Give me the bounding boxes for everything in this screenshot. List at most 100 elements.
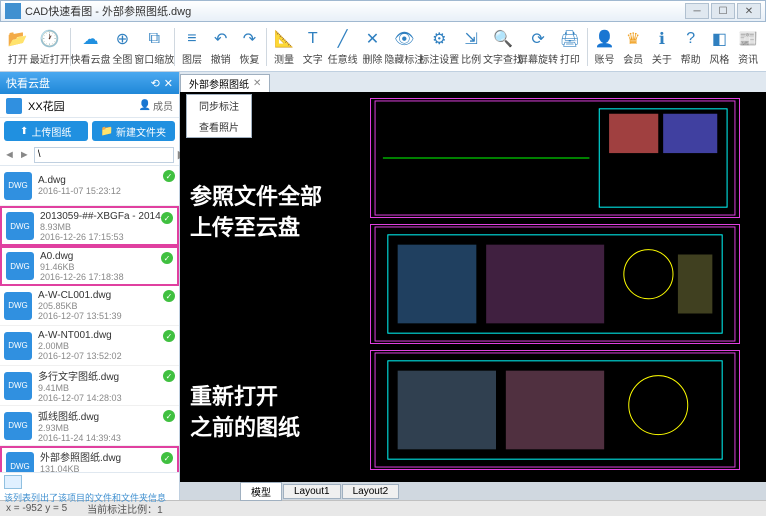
tool-zoom[interactable]: ⊕全图 [109,25,137,69]
tool-news[interactable]: 📰资讯 [734,25,762,69]
titlebar: CAD快速看图 - 外部参照图纸.dwg ─ ☐ ✕ [0,0,766,22]
recent-icon: 🕐 [39,28,61,50]
forward-icon[interactable]: ► [19,148,30,162]
project-row[interactable]: XX花园 👤 成员 [0,94,179,118]
text-icon: T [302,28,324,50]
file-size: 91.46KB [40,262,173,272]
tool-hide[interactable]: 👁隐藏标注 [387,25,421,69]
maximize-button[interactable]: ☐ [711,3,735,19]
tool-label: 全图 [112,51,132,66]
tool-label: 关于 [652,51,672,66]
file-size: 131.04KB [40,464,173,473]
tool-folder[interactable]: 📂打开 [4,25,32,69]
layout-tabs: 模型Layout1Layout2 [180,482,766,500]
tool-measure[interactable]: 📐测量 [270,25,298,69]
tool-label: 最近打开 [30,51,70,66]
statusbar: x = -952 y = 5 当前标注比例：1 [0,500,766,516]
panel-title: 快看云盘 [6,75,50,91]
tool-recent[interactable]: 🕐最近打开 [33,25,67,69]
file-item[interactable]: DWG2013059-##-XBGFa - 20140623.dwg8.93MB… [0,206,179,246]
dwg-icon: DWG [4,292,32,320]
file-item[interactable]: DWG多行文字图纸.dwg9.41MB2016-12-07 14:28:03✓ [0,366,179,406]
tool-label: 打印 [560,51,580,66]
layout-tab[interactable]: 模型 [240,482,282,501]
minimize-button[interactable]: ─ [685,3,709,19]
hide-icon: 👁 [393,28,415,50]
canvas-area: 外部参照图纸 ✕ 同步标注查看照片 参照文件全部上传至云盘 重新打开之前的图纸 … [180,72,766,500]
layout-tab[interactable]: Layout2 [342,484,400,499]
context-menu-item[interactable]: 查看照片 [187,116,251,137]
path-input[interactable] [34,147,174,163]
tool-label: 帮助 [681,51,701,66]
tool-label: 删除 [362,51,382,66]
upload-button[interactable]: ⬆ 上传图纸 [4,121,88,141]
find-icon: 🔍 [492,28,514,50]
file-date: 2016-12-26 17:18:38 [40,272,173,282]
news-icon: 📰 [737,28,759,50]
tool-delete[interactable]: ✕删除 [359,25,387,69]
about-icon: ℹ [651,28,673,50]
coord-display: x = -952 y = 5 [6,503,67,514]
tool-layers[interactable]: ≡图层 [178,25,206,69]
sync-check-icon: ✓ [163,410,175,422]
tool-undo[interactable]: ↶撤销 [207,25,235,69]
rotate-icon: ⟳ [527,28,549,50]
tool-help[interactable]: ?帮助 [677,25,705,69]
tool-label: 文字 [303,51,323,66]
file-item[interactable]: DWGA.dwg2016-11-07 15:23:12✓ [0,166,179,206]
tool-account[interactable]: 👤账号 [591,25,619,69]
drawing-viewport[interactable]: 参照文件全部上传至云盘 重新打开之前的图纸 [180,92,766,482]
tab-close-icon[interactable]: ✕ [253,78,261,89]
tool-about[interactable]: ℹ关于 [648,25,676,69]
file-item[interactable]: DWGA-W-NT001.dwg2.00MB2016-12-07 13:52:0… [0,326,179,366]
file-date: 2016-12-07 14:28:03 [38,393,175,403]
tool-window[interactable]: ⧉窗口缩放 [137,25,171,69]
zoom-icon: ⊕ [111,28,133,50]
scale-display: 当前标注比例：1 [87,501,163,516]
tool-line[interactable]: ╱任意线 [328,25,358,69]
context-menu-item[interactable]: 同步标注 [187,95,251,116]
sync-check-icon: ✓ [161,212,173,224]
pin-icon[interactable]: ⟲ [151,77,160,90]
drawing-frame [370,224,740,344]
footer-icon[interactable] [4,475,22,489]
tool-cloud[interactable]: ☁快看云盘 [74,25,108,69]
close-button[interactable]: ✕ [737,3,761,19]
tool-find[interactable]: 🔍文字查找 [486,25,520,69]
file-size: 9.41MB [38,383,175,393]
tool-vip[interactable]: ♛会员 [619,25,647,69]
file-item[interactable]: DWG弧线图纸.dwg2.93MB2016-11-24 14:39:43✓ [0,406,179,446]
doc-tab[interactable]: 外部参照图纸 ✕ [180,74,270,92]
file-name: A.dwg [38,175,175,186]
tool-settings[interactable]: ⚙标注设置 [422,25,456,69]
member-button[interactable]: 👤 成员 [139,98,173,113]
file-name: 弧线图纸.dwg [38,408,175,423]
panel-close-icon[interactable]: ✕ [164,77,173,90]
file-item[interactable]: DWGA0.dwg91.46KB2016-12-26 17:18:38✓ [0,246,179,286]
document-tabs: 外部参照图纸 ✕ [180,72,766,92]
file-name: A-W-NT001.dwg [38,330,175,341]
annotation-text: 重新打开之前的图纸 [190,382,300,444]
tool-text[interactable]: T文字 [299,25,327,69]
sync-check-icon: ✓ [163,330,175,342]
layout-tab[interactable]: Layout1 [283,484,341,499]
tool-label: 文字查找 [483,51,523,66]
tool-rotate[interactable]: ⟳屏幕旋转 [521,25,555,69]
back-icon[interactable]: ◄ [4,148,15,162]
project-name: XX花园 [28,98,139,114]
tool-scale[interactable]: ⇲比例 [457,25,485,69]
sync-check-icon: ✓ [161,452,173,464]
tool-label: 恢复 [239,51,259,66]
new-folder-button[interactable]: 📁 新建文件夹 [92,121,176,141]
tool-redo[interactable]: ↷恢复 [236,25,264,69]
sync-check-icon: ✓ [161,252,173,264]
file-item[interactable]: DWGA-W-CL001.dwg205.85KB2016-12-07 13:51… [0,286,179,326]
tool-style[interactable]: ◧风格 [706,25,734,69]
nav-row: ◄ ► ▶ [0,144,179,166]
folder-icon: 📂 [7,28,29,50]
file-name: A-W-CL001.dwg [38,290,175,301]
tool-print[interactable]: 🖨打印 [556,25,584,69]
sync-check-icon: ✓ [163,370,175,382]
file-list[interactable]: DWGA.dwg2016-11-07 15:23:12✓DWG2013059-#… [0,166,179,472]
file-item[interactable]: DWG外部参照图纸.dwg131.04KB2016-12-26 17:04:25… [0,446,179,472]
